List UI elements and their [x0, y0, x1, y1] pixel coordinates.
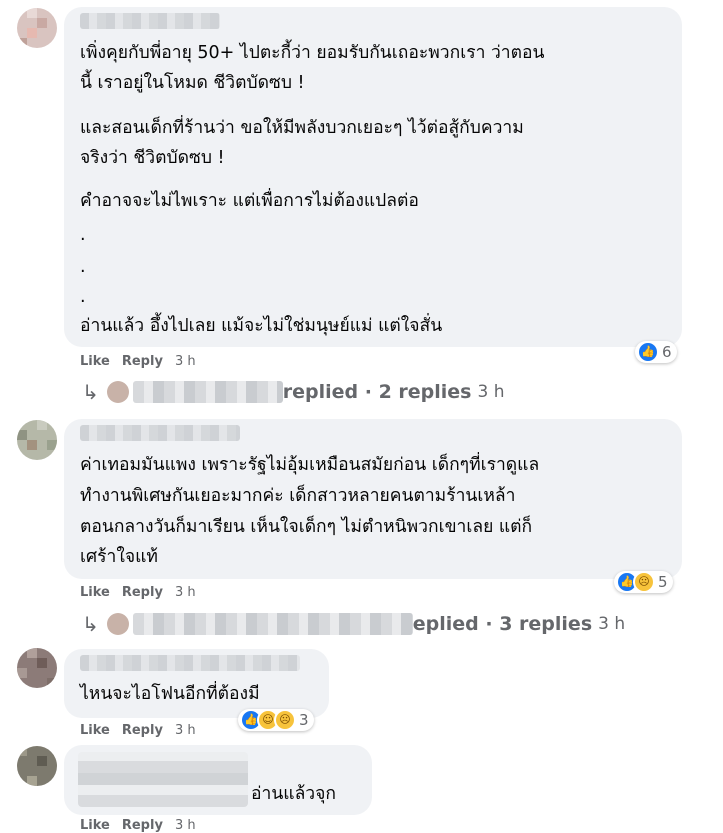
replies-time: 3 h [598, 614, 626, 634]
reaction-count: 5 [658, 573, 668, 591]
commenter-name[interactable] [80, 655, 300, 671]
timestamp[interactable]: 3 h [175, 723, 196, 738]
comment-text-line: ทำงานพิเศษกันเยอะมากค่ะ เด็กสาวหลายคนตาม… [80, 486, 516, 506]
commenter-name[interactable] [80, 425, 240, 441]
replier-name [132, 613, 413, 635]
replier-name [132, 381, 283, 403]
thumbs-up-icon: 👍 [637, 341, 659, 363]
replies-time: 3 h [477, 382, 505, 402]
commenter-name[interactable] [78, 752, 248, 807]
view-replies-link[interactable]: ↳ replied · 2 replies 3 h [82, 380, 505, 404]
comment-text-line: อ่านแล้วจุก [251, 784, 336, 804]
comment-text-line: นี้ เราอยู่ในโหมด ชีวิตบัดซบ ! [80, 73, 305, 93]
comment-text-line: . [80, 225, 86, 245]
view-replies-link[interactable]: ↳ eplied · 3 replies 3 h [82, 612, 625, 636]
commenter-avatar[interactable] [17, 746, 57, 786]
timestamp[interactable]: 3 h [175, 585, 196, 600]
timestamp[interactable]: 3 h [175, 354, 196, 369]
sad-face-icon: ☹ [633, 571, 655, 593]
reply-button[interactable]: Reply [122, 354, 163, 369]
commenter-avatar[interactable] [17, 420, 57, 460]
reply-button[interactable]: Reply [122, 723, 163, 738]
comment-text-line: ไหนจะไอโฟนอีกที่ต้องมี [80, 684, 260, 704]
reactions-summary[interactable]: 👍 ☹ 5 [614, 571, 673, 593]
comment-actions: Like Reply 3 h [80, 585, 208, 600]
comment-text-line: จริงว่า ชีวิตบัดซบ ! [80, 148, 225, 168]
like-button[interactable]: Like [80, 354, 110, 369]
reply-arrow-icon: ↳ [82, 612, 99, 636]
reactions-summary[interactable]: 👍 6 [635, 341, 677, 363]
like-button[interactable]: Like [80, 723, 110, 738]
comment-actions: Like Reply 3 h [80, 354, 208, 369]
commenter-name[interactable] [80, 13, 220, 29]
like-button[interactable]: Like [80, 585, 110, 600]
reaction-count: 3 [299, 711, 309, 729]
comment-text-line: . [80, 257, 86, 277]
comment-actions: Like Reply 3 h [80, 723, 208, 738]
comment-text-line: คำอาจจะไม่ไพเราะ แต่เพื่อการไม่ต้องแปลต่… [80, 191, 419, 211]
comment-text-line: เศร้าใจแท้ [80, 547, 158, 567]
reply-button[interactable]: Reply [122, 585, 163, 600]
comment-text-line: ตอนกลางวันก็มาเรียน เห็นใจเด็กๆ ไม่ตำหนิ… [80, 517, 533, 537]
comment-text-line: และสอนเด็กที่ร้านว่า ขอให้มีพลังบวกเยอะๆ… [80, 118, 524, 138]
reaction-count: 6 [662, 343, 672, 361]
comment-text-line: ค่าเทอมมันแพง เพราะรัฐไม่อุ้มเหมือนสมัยก… [80, 455, 540, 475]
reply-arrow-icon: ↳ [82, 380, 99, 404]
comment-text-line: . [80, 287, 86, 307]
commenter-avatar[interactable] [17, 8, 57, 48]
reactions-summary[interactable]: 👍 ☺ ☹ 3 [238, 709, 314, 731]
replies-count: eplied · 3 replies [412, 613, 593, 635]
comment-text-line: อ่านแล้ว อึ้งไปเลย แม้จะไม่ใช่มนุษย์แม่ … [80, 316, 443, 336]
replier-avatar [106, 381, 129, 403]
sad-face-icon: ☹ [274, 709, 296, 731]
commenter-avatar[interactable] [17, 648, 57, 688]
comment-text-line: เพิ่งคุยกับพี่อายุ 50+ ไปตะกี้ว่า ยอมรับ… [80, 43, 545, 63]
replies-count: replied · 2 replies [282, 381, 472, 403]
replier-avatar [106, 613, 129, 635]
